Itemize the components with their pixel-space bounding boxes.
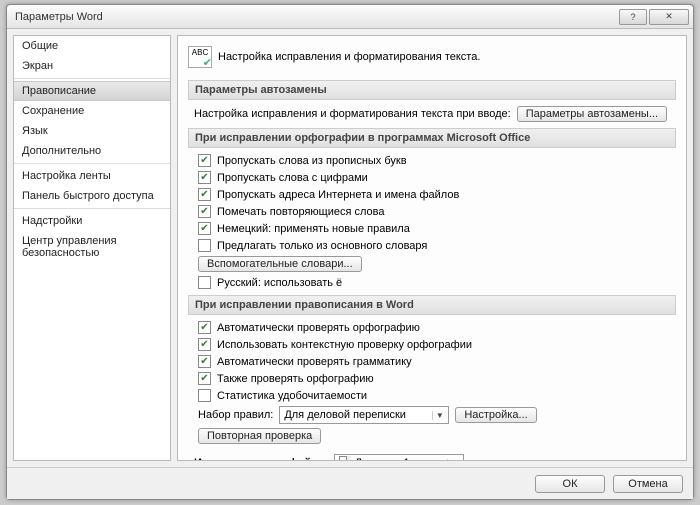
office-label-2: Пропускать адреса Интернета и имена файл…	[217, 189, 459, 201]
office-label-5: Предлагать только из основного словаря	[217, 240, 427, 252]
office-checkbox-3[interactable]	[198, 205, 211, 218]
proofing-icon: ABC	[188, 46, 212, 68]
sidebar-item[interactable]: Настройка ленты	[14, 166, 170, 186]
office-checkbox-5[interactable]	[198, 239, 211, 252]
cancel-button[interactable]: Отмена	[613, 475, 683, 493]
word-label-3: Также проверять орфографию	[217, 373, 374, 385]
exceptions-file-select[interactable]: Документ1 ▼	[334, 454, 464, 461]
office-label-3: Помечать повторяющиеся слова	[217, 206, 385, 218]
recheck-button[interactable]: Повторная проверка	[198, 428, 321, 444]
titlebar: Параметры Word ? ✕	[7, 5, 693, 29]
office-checkbox-4[interactable]	[198, 222, 211, 235]
office-label-4: Немецкий: применять новые правила	[217, 223, 410, 235]
sidebar-item[interactable]: Экран	[14, 56, 170, 76]
exceptions-file-value: Документ1	[355, 457, 443, 461]
dialog-footer: ОК Отмена	[7, 467, 693, 499]
autocorrect-desc: Настройка исправления и форматирования т…	[194, 108, 511, 120]
chevron-down-icon: ▼	[447, 459, 461, 462]
label-russian-yo: Русский: использовать ё	[217, 277, 342, 289]
separator	[14, 163, 170, 164]
ruleset-select[interactable]: Для деловой переписки ▼	[279, 406, 449, 424]
sidebar-item[interactable]: Панель быстрого доступа	[14, 186, 170, 206]
autocorrect-options-button[interactable]: Параметры автозамены...	[517, 106, 667, 122]
sidebar-item[interactable]: Надстройки	[14, 211, 170, 231]
chevron-down-icon: ▼	[432, 411, 446, 420]
sidebar-item[interactable]: Правописание	[14, 81, 170, 101]
office-checkbox-0[interactable]	[198, 154, 211, 167]
word-checkbox-1[interactable]	[198, 338, 211, 351]
word-checkbox-0[interactable]	[198, 321, 211, 334]
word-label-4: Статистика удобочитаемости	[217, 390, 367, 402]
separator	[14, 208, 170, 209]
close-button[interactable]: ✕	[649, 9, 689, 25]
sidebar-item[interactable]: Язык	[14, 121, 170, 141]
word-label-2: Автоматически проверять грамматику	[217, 356, 412, 368]
page-header: Настройка исправления и форматирования т…	[218, 51, 480, 63]
word-label-1: Использовать контекстную проверку орфогр…	[217, 339, 472, 351]
section-word-title: При исправлении правописания в Word	[188, 295, 676, 315]
separator	[14, 78, 170, 79]
word-label-0: Автоматически проверять орфографию	[217, 322, 420, 334]
sidebar-item[interactable]: Дополнительно	[14, 141, 170, 161]
sidebar-item[interactable]: Сохранение	[14, 101, 170, 121]
section-autocorrect-title: Параметры автозамены	[188, 80, 676, 100]
section-office-title: При исправлении орфографии в программах …	[188, 128, 676, 148]
options-dialog: Параметры Word ? ✕ ОбщиеЭкран Правописани…	[6, 4, 694, 500]
office-checkbox-2[interactable]	[198, 188, 211, 201]
word-checkbox-4[interactable]	[198, 389, 211, 402]
word-checkbox-2[interactable]	[198, 355, 211, 368]
office-label-1: Пропускать слова с цифрами	[217, 172, 368, 184]
ruleset-value: Для деловой переписки	[284, 409, 428, 421]
window-title: Параметры Word	[15, 11, 619, 23]
exceptions-label: Исключения для файла:	[194, 457, 328, 461]
office-checkbox-1[interactable]	[198, 171, 211, 184]
custom-dictionaries-button[interactable]: Вспомогательные словари...	[198, 256, 362, 272]
ruleset-label: Набор правил:	[198, 409, 273, 421]
ok-button[interactable]: ОК	[535, 475, 605, 493]
help-button[interactable]: ?	[619, 9, 647, 25]
word-checkbox-3[interactable]	[198, 372, 211, 385]
main-panel: ABC Настройка исправления и форматирован…	[177, 35, 687, 461]
document-icon	[339, 456, 351, 461]
sidebar-item[interactable]: Общие	[14, 36, 170, 56]
sidebar-item[interactable]: Центр управления безопасностью	[14, 231, 170, 263]
office-label-0: Пропускать слова из прописных букв	[217, 155, 407, 167]
sidebar: ОбщиеЭкран ПравописаниеСохранениеЯзыкДопо…	[13, 35, 171, 461]
ruleset-settings-button[interactable]: Настройка...	[455, 407, 536, 423]
checkbox-russian-yo[interactable]	[198, 276, 211, 289]
